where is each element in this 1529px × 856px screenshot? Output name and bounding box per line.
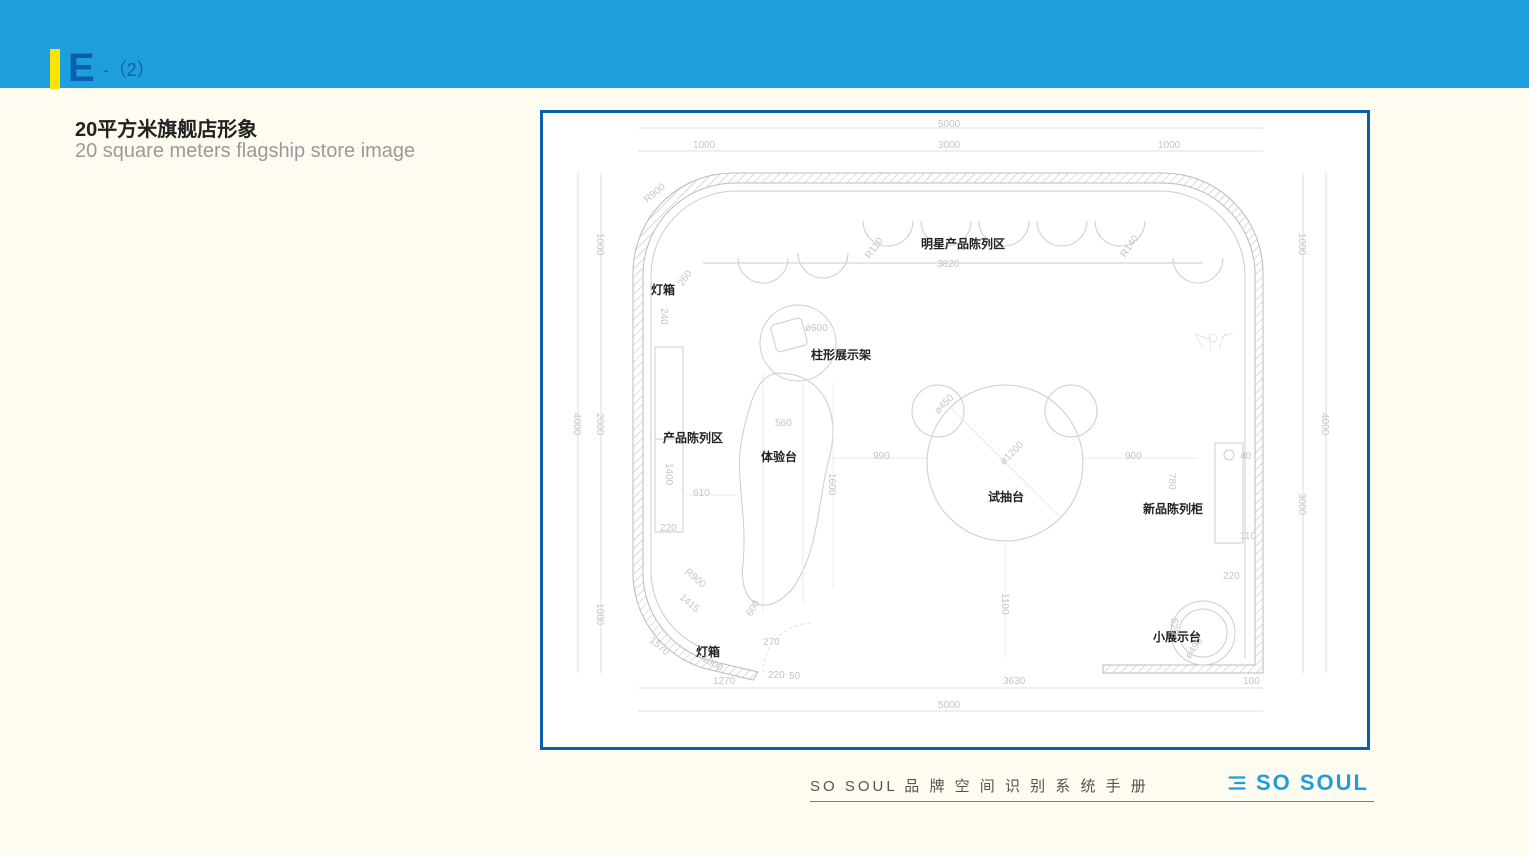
- page-title-en: 20 square meters flagship store image: [75, 140, 415, 163]
- dim-240: 240: [658, 308, 669, 325]
- dim-40: 40: [1240, 451, 1251, 462]
- dim-3630: 3630: [1003, 676, 1025, 687]
- dim-4000-r: 4000: [1319, 413, 1330, 435]
- section-letter: E: [68, 46, 95, 91]
- dim-5000-top: 5000: [938, 119, 960, 130]
- dim-220c: 220: [768, 670, 785, 681]
- dim-4000-l: 4000: [571, 413, 582, 435]
- brand-logo: SO SOUL: [1226, 770, 1369, 796]
- dim-270: 270: [763, 637, 780, 648]
- dim-520: 520: [1168, 618, 1179, 635]
- label-product-area: 产品陈列区: [663, 429, 723, 446]
- page-title-cn: 20平方米旗舰店形象: [75, 113, 257, 142]
- dim-220a: 220: [660, 523, 677, 534]
- brand-mark-icon: [1226, 772, 1248, 794]
- dim-3000-r: 3000: [1296, 493, 1307, 515]
- section-sub: -（2）: [103, 56, 155, 82]
- dim-610: 610: [693, 488, 710, 499]
- footer-text: SO SOUL 品 牌 空 间 识 别 系 统 手 册: [810, 775, 1149, 796]
- dim-220b: 220: [1223, 571, 1240, 582]
- dim-1000-tr: 1000: [1158, 140, 1180, 151]
- dim-3820: 3820: [937, 259, 959, 270]
- dim-100: 100: [1243, 676, 1260, 687]
- dim-1000-r1: 1000: [1296, 233, 1307, 255]
- label-trial: 试抽台: [988, 488, 1024, 505]
- dim-1270: 1270: [713, 676, 735, 687]
- dim-1100: 1100: [999, 593, 1010, 615]
- label-star-display: 明星产品陈列区: [921, 235, 1005, 252]
- section-indicator: E -（2）: [50, 46, 155, 91]
- label-experience: 体验台: [761, 448, 797, 465]
- dim-1000-l2: 1000: [594, 603, 605, 625]
- label-lightbox-top: 灯箱: [651, 281, 675, 298]
- floorplan-drawing: 明星产品陈列区 灯箱 灯箱 柱形展示架 产品陈列区 体验台 试抽台 新品陈列柜 …: [540, 110, 1370, 750]
- brand-text: SO SOUL: [1256, 770, 1369, 796]
- dim-900: 900: [1125, 451, 1142, 462]
- dim-1400: 1400: [663, 463, 674, 485]
- dim-5000-bot: 5000: [938, 700, 960, 711]
- dim-1000-tl: 1000: [693, 140, 715, 151]
- footer-rule: [810, 801, 1374, 802]
- label-new-cabinet: 新品陈列柜: [1143, 500, 1203, 517]
- dim-110: 110: [1240, 531, 1256, 542]
- label-column-rack: 柱形展示架: [811, 346, 871, 363]
- dim-1600: 1600: [826, 473, 837, 495]
- dim-50: 50: [789, 671, 800, 682]
- dim-d600: ø600: [805, 323, 828, 334]
- dim-3000: 3000: [938, 140, 960, 151]
- header-band: [0, 0, 1529, 88]
- dim-780: 780: [1166, 473, 1177, 490]
- dim-1000-l1: 1000: [594, 233, 605, 255]
- accent-mark: [50, 49, 60, 89]
- dim-990: 990: [873, 451, 890, 462]
- dim-2000: 2000: [594, 413, 605, 435]
- dim-560: 560: [775, 418, 792, 429]
